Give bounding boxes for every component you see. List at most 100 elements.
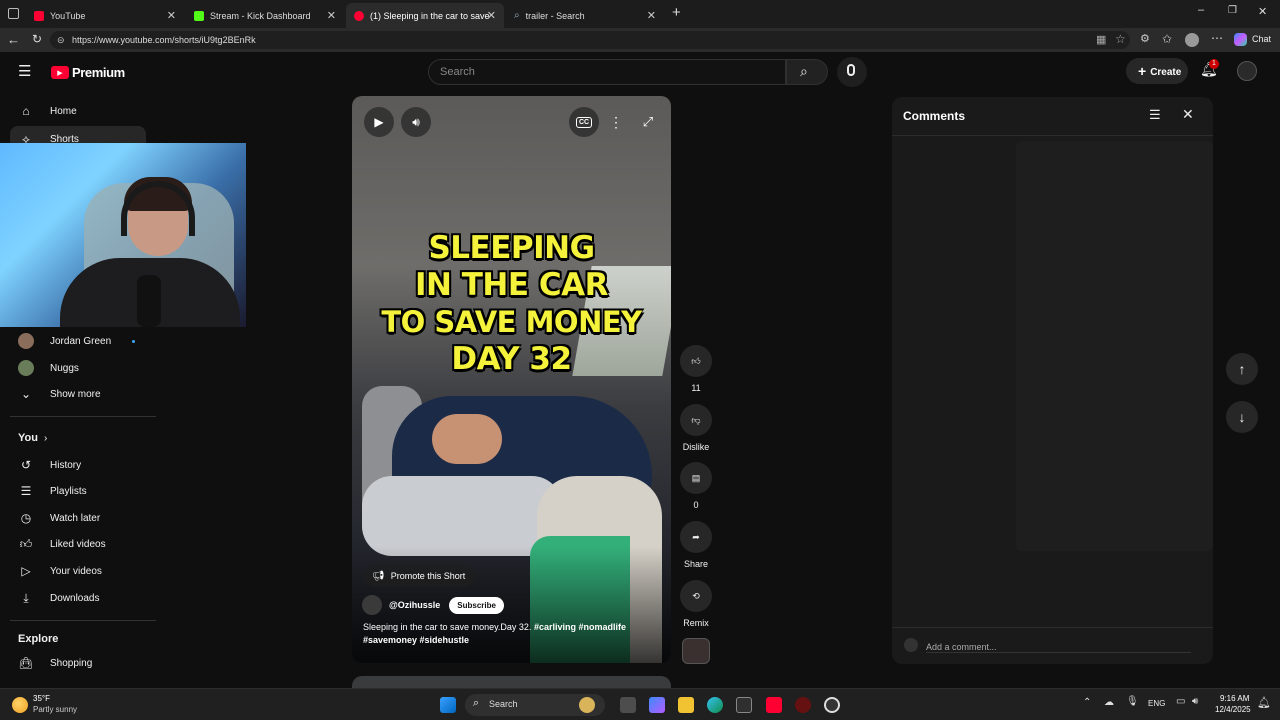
sound-thumbnail[interactable]: [682, 638, 710, 664]
close-comments-icon[interactable]: ✕: [1182, 106, 1194, 123]
profile-avatar[interactable]: [1185, 33, 1199, 47]
tab-title: trailer - Search: [525, 10, 585, 21]
sidebar-item-liked-videos[interactable]: 👍︎ Liked videos: [0, 531, 156, 557]
taskbar-search[interactable]: ⌕ Search: [465, 694, 605, 716]
sidebar-sub-jordan-green[interactable]: Jordan Green: [0, 328, 156, 354]
sidebar-show-more[interactable]: ⌄ Show more: [0, 381, 156, 407]
next-short-button[interactable]: ↓: [1226, 401, 1258, 433]
close-tab-icon[interactable]: ✕: [167, 9, 176, 22]
store-icon[interactable]: [736, 697, 752, 713]
tab-trailer-search[interactable]: ⌕ trailer - Search ✕: [506, 3, 664, 28]
close-tab-icon[interactable]: ✕: [327, 9, 336, 22]
share-button[interactable]: ➦ Share: [680, 521, 712, 569]
sidebar-item-shopping[interactable]: 👜︎ Shopping: [0, 650, 156, 676]
task-view-icon[interactable]: [620, 697, 636, 713]
clock-time[interactable]: 9:16 AM: [1220, 694, 1249, 703]
sidebar-item-your-videos[interactable]: ▷ Your videos: [0, 558, 156, 584]
next-short-preview[interactable]: [352, 676, 671, 688]
youtube-logo[interactable]: ▶ Premium: [51, 65, 125, 80]
notification-center-icon[interactable]: 🔔︎: [1257, 696, 1271, 709]
sidebar-sub-nuggs[interactable]: Nuggs: [0, 355, 156, 381]
search-button[interactable]: ⌕: [786, 59, 828, 85]
youtube-favicon-icon: [34, 10, 44, 21]
close-tab-icon[interactable]: ✕: [487, 9, 496, 22]
tab-actions-icon[interactable]: [8, 8, 19, 19]
weather-icon[interactable]: [12, 697, 28, 713]
explore-heading-label: Explore: [18, 633, 59, 645]
extensions-icon[interactable]: ⚙: [1140, 32, 1150, 45]
menu-icon[interactable]: ☰: [18, 62, 31, 80]
language-indicator[interactable]: ENG: [1148, 699, 1165, 708]
close-window-icon[interactable]: ✕: [1258, 5, 1267, 18]
site-info-icon[interactable]: ⊝: [57, 31, 65, 49]
minimize-icon[interactable]: –: [1198, 4, 1204, 16]
captions-button[interactable]: CC: [569, 107, 599, 137]
add-comment-input[interactable]: Add a comment...: [926, 637, 1191, 653]
search-input[interactable]: Search: [428, 59, 786, 85]
onedrive-icon[interactable]: ☁: [1104, 697, 1114, 708]
maximize-icon[interactable]: ❐: [1228, 5, 1237, 16]
promote-short-button[interactable]: 📢︎ Promote this Short: [364, 565, 476, 587]
back-icon[interactable]: ←: [7, 32, 20, 47]
copilot-icon[interactable]: [1234, 33, 1247, 46]
file-explorer-icon[interactable]: [678, 697, 694, 713]
weather-temp[interactable]: 35°F: [33, 694, 50, 703]
sidebar-item-downloads[interactable]: ⤓ Downloads: [0, 585, 156, 611]
caption-text: Sleeping in the car to save money.Day 32…: [363, 622, 532, 632]
tab-youtube[interactable]: YouTube ✕: [26, 3, 184, 28]
sidebar-item-home[interactable]: ⌂ Home: [0, 98, 156, 124]
more-options-button[interactable]: ⋮: [601, 107, 631, 137]
microphone-tray-icon[interactable]: 🎙︎: [1126, 696, 1139, 707]
remix-icon: ⟲: [680, 580, 712, 612]
overlay-line: IN THE CAR: [415, 267, 608, 303]
weather-desc[interactable]: Partly sunny: [33, 705, 77, 714]
new-tab-icon[interactable]: +: [672, 4, 681, 21]
fullscreen-button[interactable]: ⤢: [633, 107, 663, 137]
speaker-icon[interactable]: 🔊︎: [1192, 696, 1198, 707]
sidebar-you-heading[interactable]: You ›: [0, 425, 156, 451]
show-hidden-icons[interactable]: ⌃: [1083, 697, 1091, 708]
previous-short-button[interactable]: ↑: [1226, 353, 1258, 385]
channel-avatar[interactable]: [362, 595, 382, 615]
sort-icon[interactable]: ☰: [1149, 107, 1161, 123]
clock-date[interactable]: 12/4/2025: [1215, 705, 1251, 714]
short-video-player[interactable]: SLEEPING IN THE CAR TO SAVE MONEY DAY 32…: [352, 96, 671, 663]
voice-search-button[interactable]: [837, 57, 867, 87]
youtube-app-icon[interactable]: [766, 697, 782, 713]
like-button[interactable]: 👍︎ 11: [680, 345, 712, 393]
app-available-icon[interactable]: ▦: [1096, 33, 1106, 46]
tab-short-active[interactable]: (1) Sleeping in the car to save mon ✕: [346, 3, 504, 28]
sidebar-item-playlists[interactable]: ☰ Playlists: [0, 478, 156, 504]
play-icon: ▶: [374, 115, 384, 129]
playlists-icon: ☰: [20, 484, 32, 498]
windows-start-icon[interactable]: [440, 697, 456, 713]
sidebar-item-watch-later[interactable]: ◷ Watch later: [0, 505, 156, 531]
widgets-icon[interactable]: [649, 697, 665, 713]
dislike-button[interactable]: 👎︎ Dislike: [680, 404, 712, 452]
favorites-icon[interactable]: ✩: [1162, 32, 1172, 46]
reload-icon[interactable]: ↻: [32, 32, 42, 46]
create-button[interactable]: + Create: [1126, 58, 1188, 84]
dislike-label: Dislike: [682, 442, 710, 452]
chat-label[interactable]: Chat: [1252, 34, 1271, 44]
play-button[interactable]: ▶: [364, 107, 394, 137]
close-tab-icon[interactable]: ✕: [647, 9, 656, 22]
url-field[interactable]: ⊝ https://www.youtube.com/shorts/iU9tg2B…: [50, 31, 1130, 49]
edge-browser-icon[interactable]: [707, 697, 723, 713]
tab-kick[interactable]: Stream - Kick Dashboard ✕: [186, 3, 344, 28]
comments-button[interactable]: ▤ 0: [680, 462, 712, 510]
app-icon[interactable]: [824, 697, 840, 713]
more-options-icon[interactable]: ⋯: [1211, 31, 1223, 45]
remix-button[interactable]: ⟲ Remix: [680, 580, 712, 628]
sidebar-item-history[interactable]: ↺ History: [0, 452, 156, 478]
obs-icon[interactable]: [795, 697, 811, 713]
account-avatar[interactable]: [1237, 61, 1257, 81]
browser-tab-bar: YouTube ✕ Stream - Kick Dashboard ✕ (1) …: [0, 0, 1280, 28]
channel-name[interactable]: @Ozihussle: [389, 600, 440, 610]
subscribe-button[interactable]: Subscribe: [449, 596, 504, 614]
volume-button[interactable]: 🔊︎: [401, 107, 431, 137]
sidebar-divider: [10, 620, 156, 621]
network-icon[interactable]: ▭: [1176, 696, 1185, 707]
notifications-button[interactable]: 🔔︎ 1: [1200, 59, 1220, 81]
favorite-star-icon[interactable]: ☆: [1115, 32, 1126, 46]
